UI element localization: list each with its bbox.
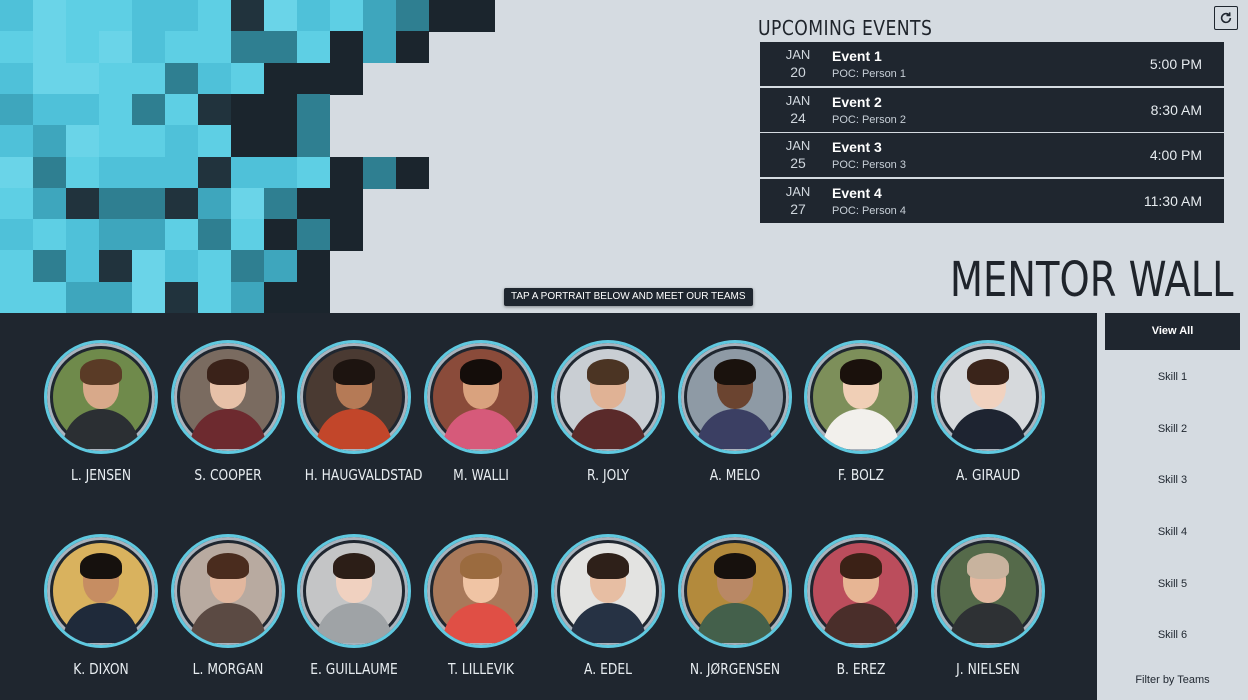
refresh-button[interactable] <box>1214 6 1238 30</box>
event-day: 24 <box>790 109 806 126</box>
view-all-button[interactable]: View All <box>1105 313 1240 350</box>
event-poc: POC: Person 4 <box>832 204 906 217</box>
event-name: Event 2 <box>832 93 882 110</box>
event-time: 4:00 PM <box>1149 147 1202 163</box>
mentor-name: R. JOLY <box>586 466 629 484</box>
mentor-name: A. MELO <box>709 466 760 484</box>
mentor-portrait[interactable] <box>170 340 285 454</box>
mentor-card[interactable]: J. NIELSEN <box>928 534 1048 678</box>
mentor-name: J. NIELSEN <box>956 660 1020 678</box>
mentor-portrait[interactable] <box>424 340 539 454</box>
mentor-card[interactable]: M. WALLI <box>421 340 541 484</box>
pixel-mosaic-decoration <box>0 0 495 314</box>
mentor-name: E. GUILLAUME <box>310 660 399 678</box>
skill-filter-2[interactable]: Skill 2 <box>1105 411 1240 448</box>
skill-filter-4[interactable]: Skill 4 <box>1105 514 1240 551</box>
mentor-name: K. DIXON <box>73 660 129 678</box>
event-day: 25 <box>790 155 806 171</box>
mentor-name: L. JENSEN <box>70 466 132 484</box>
mentor-card[interactable]: K. DIXON <box>41 534 161 678</box>
mentor-portrait[interactable] <box>424 534 539 648</box>
mentor-card[interactable]: A. EDEL <box>548 534 668 678</box>
filter-by-teams-button[interactable]: Filter by Teams <box>1105 662 1240 699</box>
mentor-portrait[interactable] <box>677 534 792 648</box>
mentor-card[interactable]: A. GIRAUD <box>928 340 1048 484</box>
event-day: 27 <box>790 200 806 217</box>
upcoming-events-panel: UPCOMING EVENTS JAN 20 Event 1 POC: Pers… <box>758 14 1224 223</box>
event-month: JAN <box>785 183 811 199</box>
event-day: 20 <box>790 64 806 80</box>
skill-filter-5[interactable]: Skill 5 <box>1105 566 1240 603</box>
mentor-card[interactable]: H. HAUGVALDSTAD <box>294 340 423 484</box>
mentor-portrait[interactable] <box>297 340 412 454</box>
event-time: 8:30 AM <box>1150 101 1202 118</box>
mentor-portrait[interactable] <box>44 340 158 454</box>
event-month: JAN <box>785 92 811 108</box>
event-poc: POC: Person 1 <box>832 68 906 80</box>
mentor-portrait[interactable] <box>550 340 665 454</box>
event-name: Event 1 <box>832 48 882 64</box>
mentor-portrait[interactable] <box>170 534 285 648</box>
refresh-icon <box>1220 12 1232 24</box>
mentor-name: A. EDEL <box>583 660 632 678</box>
page-title: MENTOR WALL <box>950 252 1234 308</box>
event-name: Event 4 <box>832 184 882 201</box>
mentor-name: N. JØRGENSEN <box>689 660 780 678</box>
instruction-banner: TAP A PORTRAIT BELOW AND MEET OUR TEAMS <box>504 288 753 306</box>
mentor-portrait[interactable] <box>44 534 158 648</box>
event-poc: POC: Person 3 <box>832 159 906 171</box>
skill-filter-6[interactable]: Skill 6 <box>1105 617 1240 654</box>
mentor-card[interactable]: A. MELO <box>675 340 795 484</box>
mentor-card[interactable]: N. JØRGENSEN <box>675 534 795 678</box>
mentor-portrait[interactable] <box>297 534 412 648</box>
event-row[interactable]: JAN 20 Event 1 POC: Person 1 5:00 PM <box>760 42 1224 86</box>
mentor-name: F. BOLZ <box>838 466 885 484</box>
mentor-portrait[interactable] <box>550 534 665 648</box>
event-time: 11:30 AM <box>1143 192 1202 209</box>
mentor-name: T. LILLEVIK <box>448 660 515 678</box>
event-row[interactable]: JAN 27 Event 4 POC: Person 4 11:30 AM <box>760 178 1224 223</box>
event-name: Event 3 <box>832 139 882 155</box>
event-poc: POC: Person 2 <box>832 113 906 126</box>
mentor-name: H. HAUGVALDSTAD <box>305 466 423 484</box>
event-month: JAN <box>785 47 811 62</box>
mentor-card[interactable]: S. COOPER <box>168 340 288 484</box>
mentor-card[interactable]: L. MORGAN <box>168 534 288 678</box>
skill-filter-1[interactable]: Skill 1 <box>1105 359 1240 396</box>
event-row[interactable]: JAN 24 Event 2 POC: Person 2 8:30 AM <box>760 87 1224 132</box>
event-row[interactable]: JAN 25 Event 3 POC: Person 3 4:00 PM <box>760 133 1224 177</box>
mentor-name: M. WALLI <box>453 466 509 484</box>
mentor-name: A. GIRAUD <box>955 466 1020 484</box>
mentor-card[interactable]: E. GUILLAUME <box>294 534 414 678</box>
mentor-card[interactable]: F. BOLZ <box>801 340 921 484</box>
mentor-wall-grid: L. JENSEN S. COOPER H. HAUGVALDSTAD M. W… <box>0 313 1097 700</box>
upcoming-events-title: UPCOMING EVENTS <box>758 16 933 40</box>
mentor-card[interactable]: T. LILLEVIK <box>421 534 541 678</box>
mentor-card[interactable]: L. JENSEN <box>41 340 161 484</box>
event-time: 5:00 PM <box>1149 56 1202 72</box>
mentor-name: L. MORGAN <box>192 660 264 678</box>
mentor-card[interactable]: R. JOLY <box>548 340 668 484</box>
mentor-portrait[interactable] <box>804 340 919 454</box>
skill-filter-sidebar: View All Skill 1 Skill 2 Skill 3 Skill 4… <box>1097 313 1248 700</box>
mentor-portrait[interactable] <box>804 534 919 648</box>
mentor-name: B. EREZ <box>836 660 886 678</box>
mentor-name: S. COOPER <box>194 466 262 484</box>
mentor-card[interactable]: B. EREZ <box>801 534 921 678</box>
event-month: JAN <box>785 138 811 153</box>
mentor-portrait[interactable] <box>930 534 1045 648</box>
mentor-portrait[interactable] <box>930 340 1045 454</box>
skill-filter-3[interactable]: Skill 3 <box>1105 462 1240 499</box>
mentor-portrait[interactable] <box>677 340 792 454</box>
